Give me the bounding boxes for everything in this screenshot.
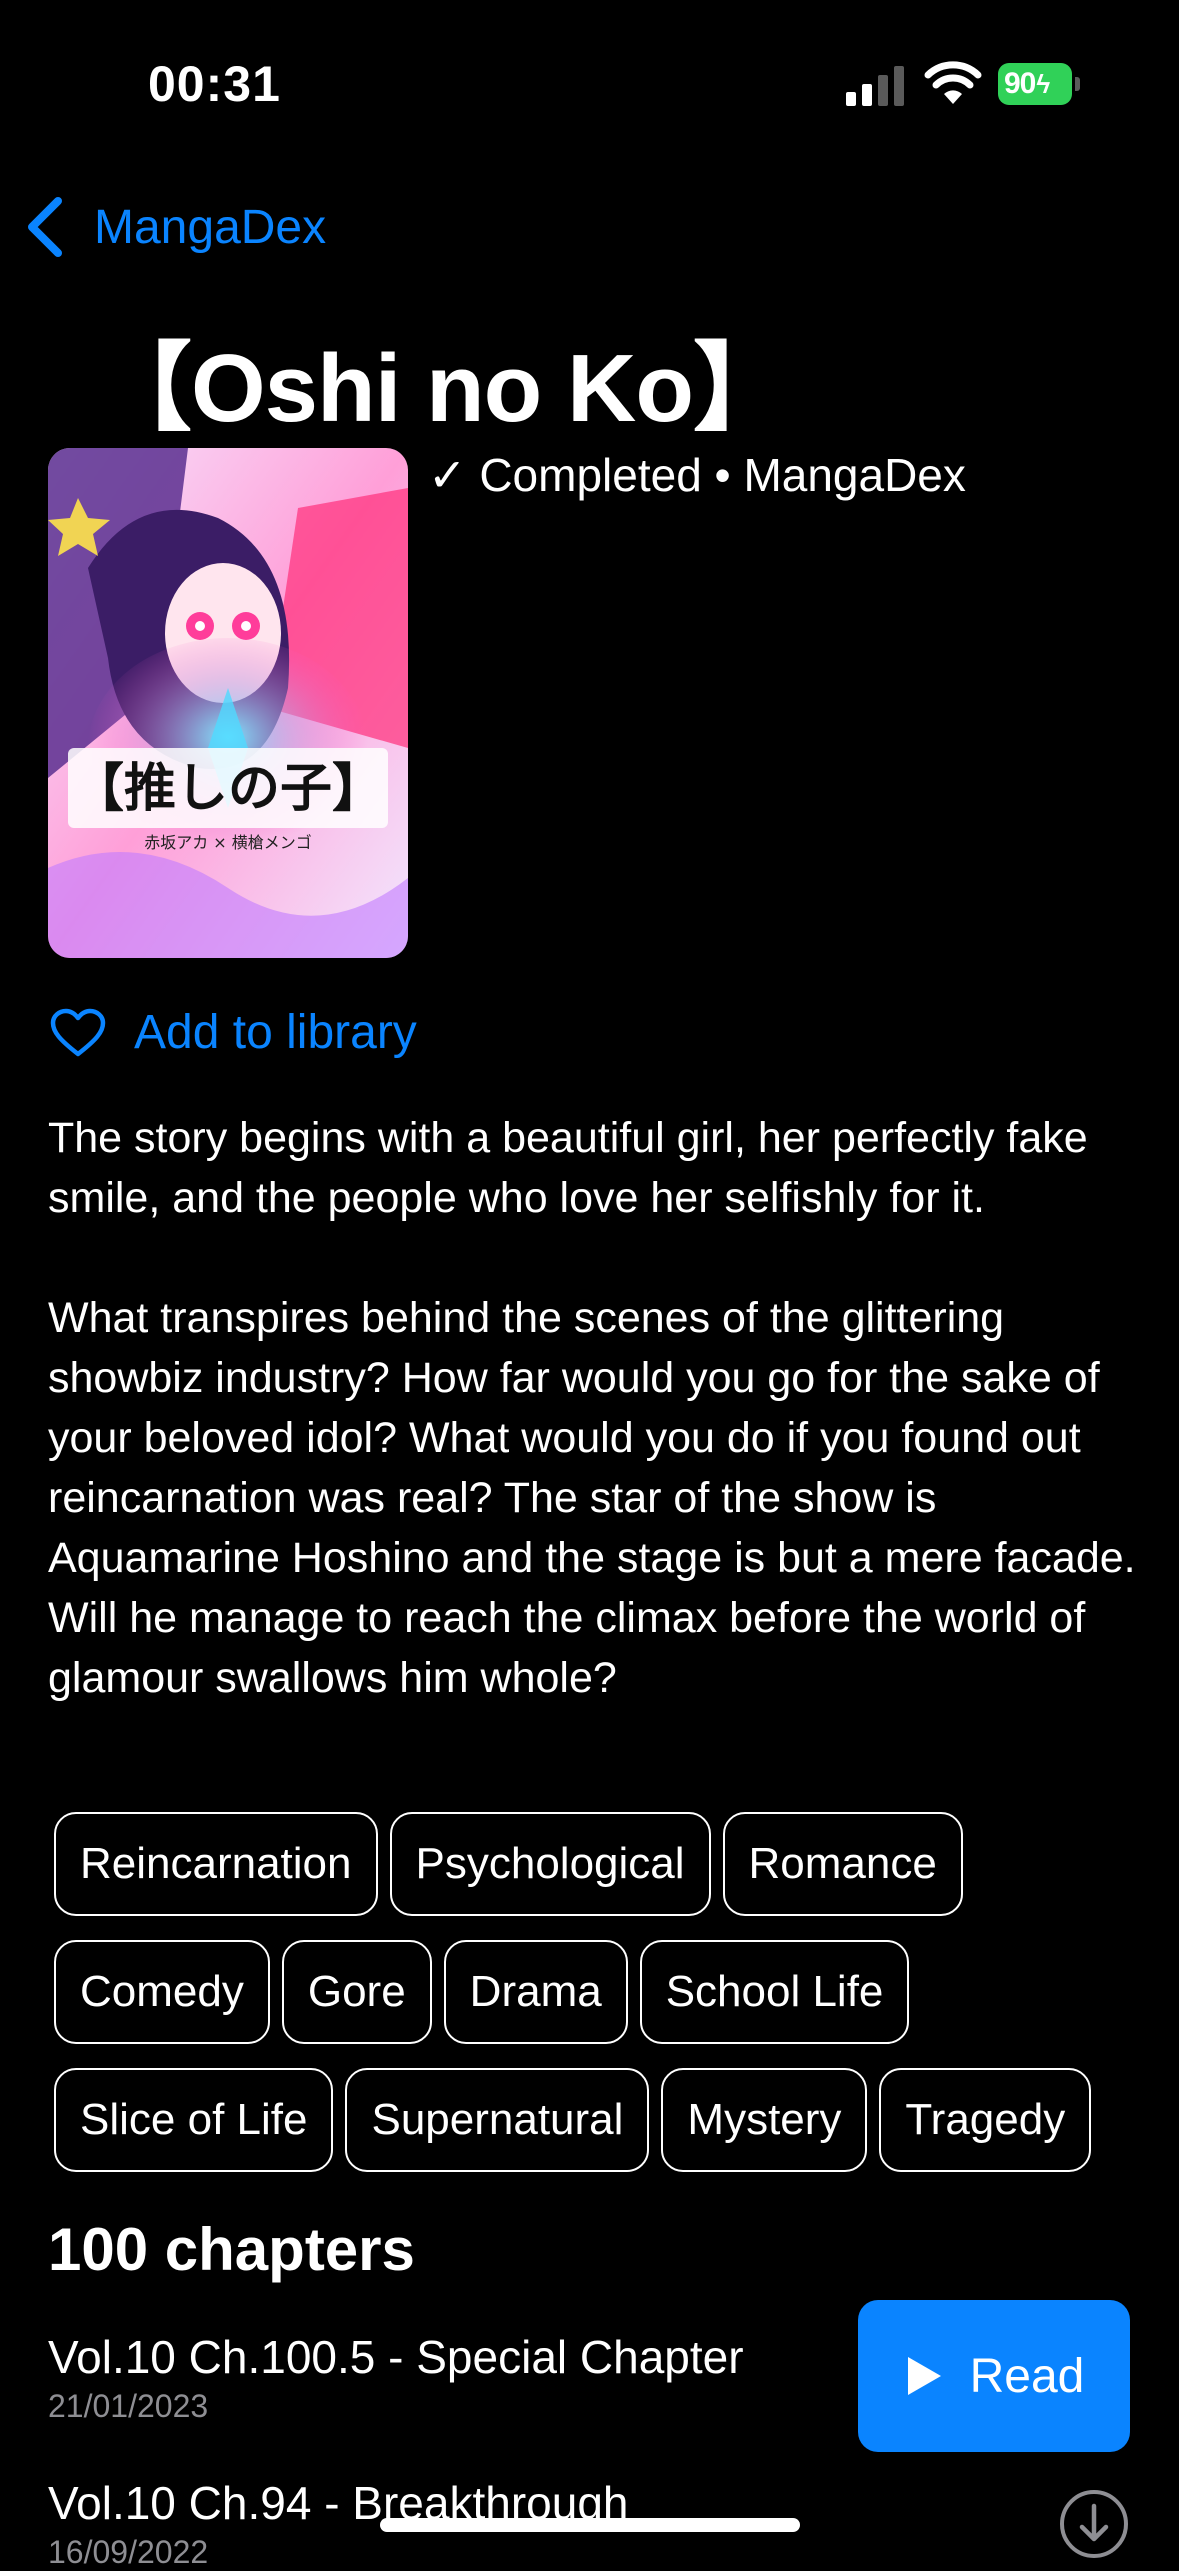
play-icon [907,2357,941,2395]
svg-text:【推しの子】: 【推しの子】 [72,759,384,819]
chapters-heading: 100 chapters [48,2216,415,2283]
svg-text:赤坂アカ × 横槍メンゴ: 赤坂アカ × 横槍メンゴ [144,833,312,852]
cover-art: 【推しの子】 赤坂アカ × 横槍メンゴ [48,448,408,958]
battery-level: 90 [1004,67,1036,100]
manga-cover-image[interactable]: 【推しの子】 赤坂アカ × 横槍メンゴ [48,448,408,958]
back-label: MangaDex [94,200,327,254]
tag-list: Reincarnation Psychological Romance Come… [54,1812,1164,2196]
home-indicator[interactable] [380,2518,800,2532]
tag-chip[interactable]: Tragedy [879,2068,1092,2172]
tag-chip[interactable]: Comedy [54,1940,270,2044]
manga-status: ✓ Completed • MangaDex [428,449,966,501]
tag-chip[interactable]: School Life [639,1940,910,2044]
chevron-left-icon [28,197,62,257]
description-paragraph: The story begins with a beautiful girl, … [48,1114,1088,1222]
tag-chip[interactable]: Gore [281,1940,432,2044]
battery-icon: 90 ϟ [998,63,1080,105]
tag-chip[interactable]: Supernatural [345,2068,650,2172]
tag-chip[interactable]: Psychological [389,1812,711,1916]
tag-row: Slice of Life Supernatural Mystery Trage… [54,2068,1164,2172]
heart-icon [50,1008,106,1056]
read-label: Read [969,2349,1085,2403]
read-button[interactable]: Read [858,2300,1130,2452]
back-button[interactable]: MangaDex [24,195,326,259]
download-icon[interactable] [1058,2488,1130,2560]
tag-chip[interactable]: Mystery [661,2068,868,2172]
add-to-library-label: Add to library [134,1006,417,1059]
tag-row: Comedy Gore Drama School Life [54,1940,1164,2044]
manga-description: The story begins with a beautiful girl, … [48,1108,1158,1768]
description-paragraph: What transpires behind the scenes of the… [48,1294,1136,1702]
tag-chip[interactable]: Drama [443,1940,628,2044]
page-title: 【Oshi no Ko】 [96,335,789,442]
chapter-date: 21/01/2023 [48,2388,209,2424]
tag-chip[interactable]: Romance [722,1812,963,1916]
tag-row: Reincarnation Psychological Romance [54,1812,1164,1916]
chapter-date: 16/09/2022 [48,2534,209,2570]
wifi-icon [924,61,982,104]
status-time: 00:31 [148,56,281,112]
tag-chip[interactable]: Slice of Life [54,2068,334,2172]
tag-chip[interactable]: Reincarnation [54,1812,378,1916]
add-to-library-button[interactable]: Add to library [50,1005,417,1060]
chapter-title[interactable]: Vol.10 Ch.100.5 - Special Chapter [48,2330,744,2384]
cellular-signal-icon [846,66,904,106]
